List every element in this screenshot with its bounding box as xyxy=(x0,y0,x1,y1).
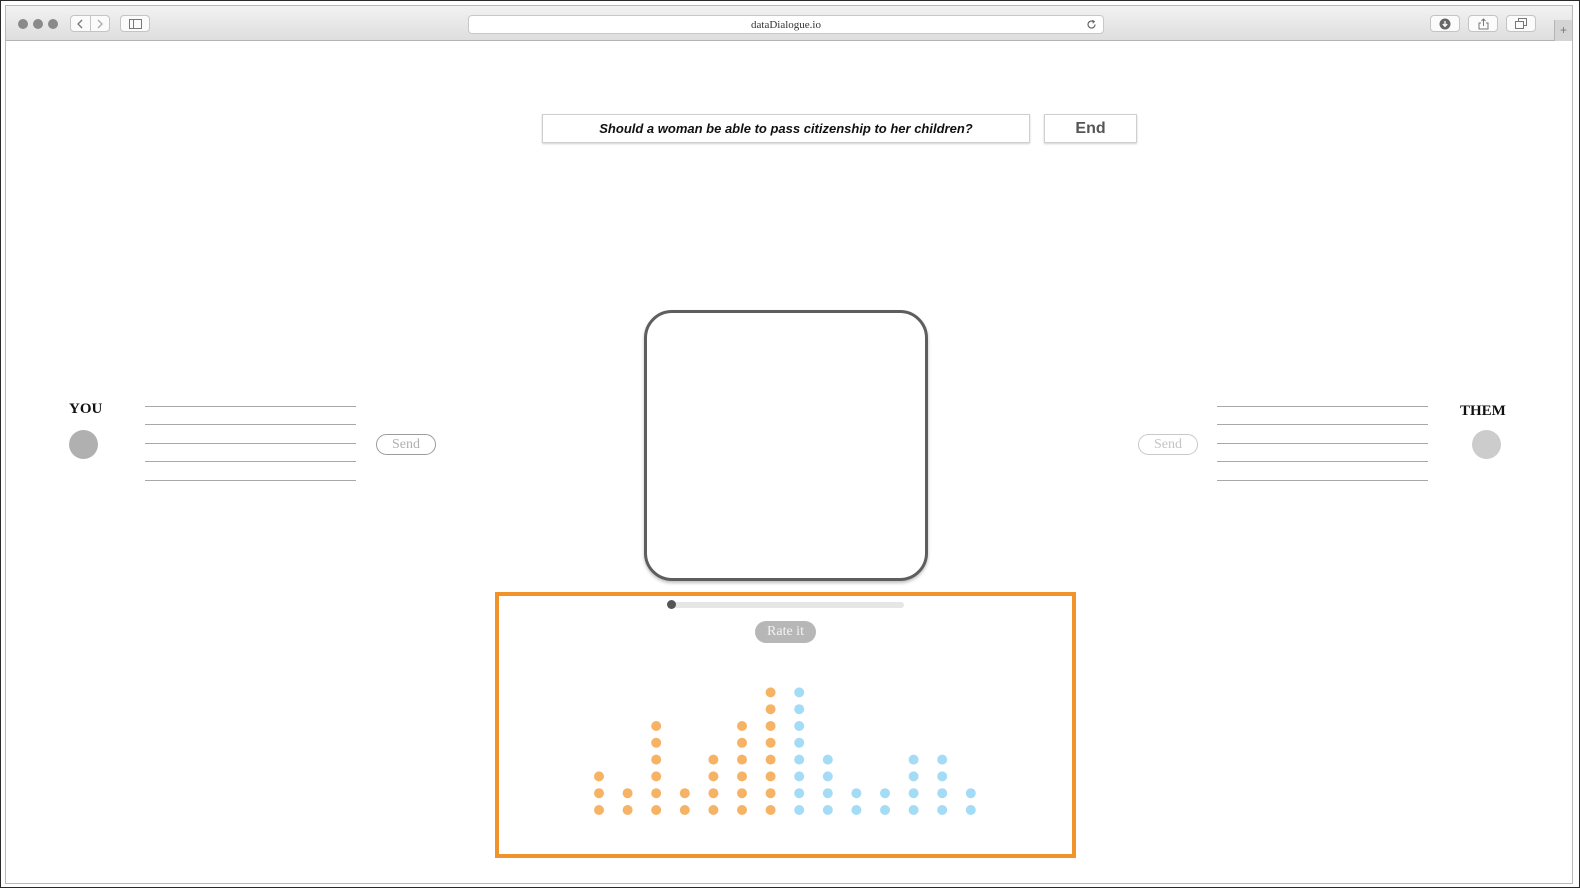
screenshot-frame: dataDialogue.io + Should a woman be able… xyxy=(0,0,1580,888)
back-forward-buttons xyxy=(70,15,110,32)
message-line xyxy=(145,461,356,462)
sidebar-icon xyxy=(128,18,142,29)
rating-slider-handle[interactable] xyxy=(667,600,676,609)
message-line xyxy=(145,480,356,481)
message-line xyxy=(1217,461,1428,462)
them-label: THEM xyxy=(1460,403,1506,419)
you-avatar xyxy=(69,430,98,459)
download-icon xyxy=(1439,18,1451,29)
them-avatar xyxy=(1472,430,1501,459)
chevron-left-icon xyxy=(77,19,83,28)
browser-toolbar: dataDialogue.io + xyxy=(6,6,1572,41)
address-bar[interactable]: dataDialogue.io xyxy=(468,15,1104,34)
message-line xyxy=(1217,443,1428,444)
rating-slider[interactable] xyxy=(667,602,904,608)
sidebar-toggle-button[interactable] xyxy=(120,15,150,32)
question-field[interactable]: Should a woman be able to pass citizensh… xyxy=(542,114,1030,143)
rate-it-button[interactable]: Rate it xyxy=(755,621,816,643)
minimize-window-button[interactable] xyxy=(33,19,43,29)
end-button[interactable]: End xyxy=(1044,114,1137,143)
new-tab-button[interactable]: + xyxy=(1554,20,1572,41)
reload-icon[interactable] xyxy=(1086,19,1097,30)
zoom-window-button[interactable] xyxy=(48,19,58,29)
content-card xyxy=(644,310,928,581)
back-button[interactable] xyxy=(71,16,91,31)
them-message-area xyxy=(1217,406,1428,486)
browser-window: dataDialogue.io + Should a woman be able… xyxy=(5,5,1573,884)
message-line xyxy=(145,424,356,425)
message-line xyxy=(145,443,356,444)
url-text: dataDialogue.io xyxy=(751,18,821,31)
tabs-overview-button[interactable] xyxy=(1506,15,1536,32)
you-label: YOU xyxy=(69,401,103,417)
forward-button[interactable] xyxy=(91,16,110,31)
chevron-right-icon xyxy=(97,19,103,28)
message-line xyxy=(1217,406,1428,407)
them-send-button[interactable]: Send xyxy=(1138,434,1198,455)
you-send-button[interactable]: Send xyxy=(376,434,436,455)
tabs-icon xyxy=(1515,18,1527,29)
close-window-button[interactable] xyxy=(18,19,28,29)
share-button[interactable] xyxy=(1468,15,1498,32)
downloads-button[interactable] xyxy=(1430,15,1460,32)
message-line xyxy=(1217,424,1428,425)
message-line xyxy=(145,406,356,407)
you-message-input[interactable] xyxy=(145,406,356,486)
share-icon xyxy=(1478,17,1488,29)
message-line xyxy=(1217,480,1428,481)
